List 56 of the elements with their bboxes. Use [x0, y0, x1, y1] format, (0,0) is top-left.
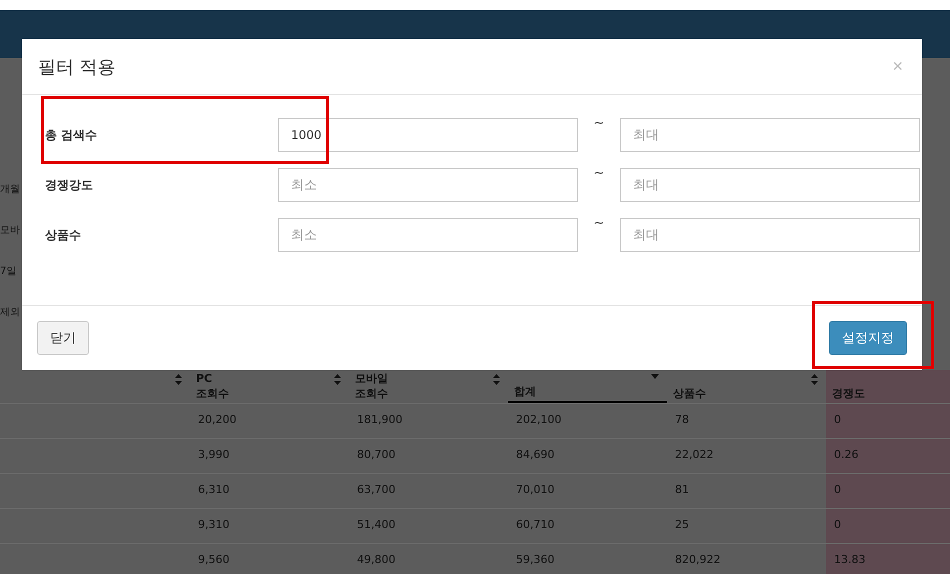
table-cell: 0	[826, 509, 950, 543]
max-input-field[interactable]: 최대	[620, 168, 920, 202]
column-label: 경쟁도	[832, 386, 865, 401]
table-cell: 0.26	[826, 439, 950, 473]
dialog-title: 필터 적용	[38, 56, 116, 78]
max-input-field[interactable]: 최대	[620, 118, 920, 152]
table-cell-text: 202,100	[515, 412, 562, 428]
table-cell-text: 51,400	[356, 517, 396, 533]
filter-label: 상품수	[44, 226, 82, 244]
table-cell: 0	[826, 404, 950, 438]
close-button[interactable]: ×	[888, 56, 907, 77]
column-header[interactable]: PC 조회수	[190, 370, 349, 403]
table-cell: 0	[826, 474, 950, 508]
min-input-field[interactable]: 1000	[278, 118, 578, 152]
column-header[interactable]: 상품수	[667, 370, 826, 403]
column-header[interactable]: 경쟁도	[826, 370, 950, 403]
column-label: PC	[196, 371, 214, 386]
table-cell-text: 22,022	[674, 447, 714, 463]
table-cell: 13.83	[826, 544, 950, 574]
sidebar-text: 7일	[0, 265, 18, 279]
close-dialog-button[interactable]: 닫기	[37, 321, 89, 355]
table-cell-text: 84,690	[515, 447, 556, 463]
table-cell-text: 49,800	[356, 552, 396, 568]
table-cell-text: 20,200	[197, 412, 238, 428]
column-label: 조회수	[355, 386, 388, 401]
table-cell-text: 78	[674, 412, 690, 428]
filter-label: 총 검색수	[44, 126, 98, 144]
filter-label: 경쟁강도	[44, 176, 94, 194]
range-separator: ~	[592, 166, 606, 181]
table-cell-text: 3,990	[197, 447, 230, 463]
table-cell-text: 60,710	[515, 517, 556, 533]
column-label: 합계	[514, 384, 536, 399]
table-cell-text: 25	[674, 517, 690, 533]
column-label: 모바일	[355, 371, 388, 386]
table-cell-text: 63,700	[356, 482, 396, 498]
table-cell-text: 6,310	[197, 482, 230, 498]
sidebar-text: 제외	[0, 306, 21, 320]
table-cell-text: 81	[674, 482, 690, 498]
range-separator: ~	[592, 116, 606, 131]
sidebar-text: 개월	[0, 183, 21, 197]
table-cell-text: 59,360	[515, 552, 556, 568]
table-cell-text: 80,700	[356, 447, 396, 463]
min-input-field[interactable]: 최소	[278, 168, 578, 202]
max-input-field[interactable]: 최대	[620, 218, 920, 252]
column-label: 조회수	[196, 386, 229, 401]
table-cell-text: 9,310	[197, 517, 230, 533]
min-input-field[interactable]: 최소	[278, 218, 578, 252]
column-header[interactable]: 모바일 조회수	[349, 370, 508, 403]
table-cell-text: 9,560	[197, 552, 230, 568]
range-separator: ~	[592, 216, 606, 231]
apply-button[interactable]: 설정지정	[829, 321, 907, 355]
sidebar-text: 모바	[0, 224, 21, 238]
column-label: 상품수	[673, 386, 706, 401]
table-cell-text: 70,010	[515, 482, 556, 498]
table-cell-text: 181,900	[356, 412, 404, 428]
table-cell-text: 820,922	[674, 552, 722, 568]
